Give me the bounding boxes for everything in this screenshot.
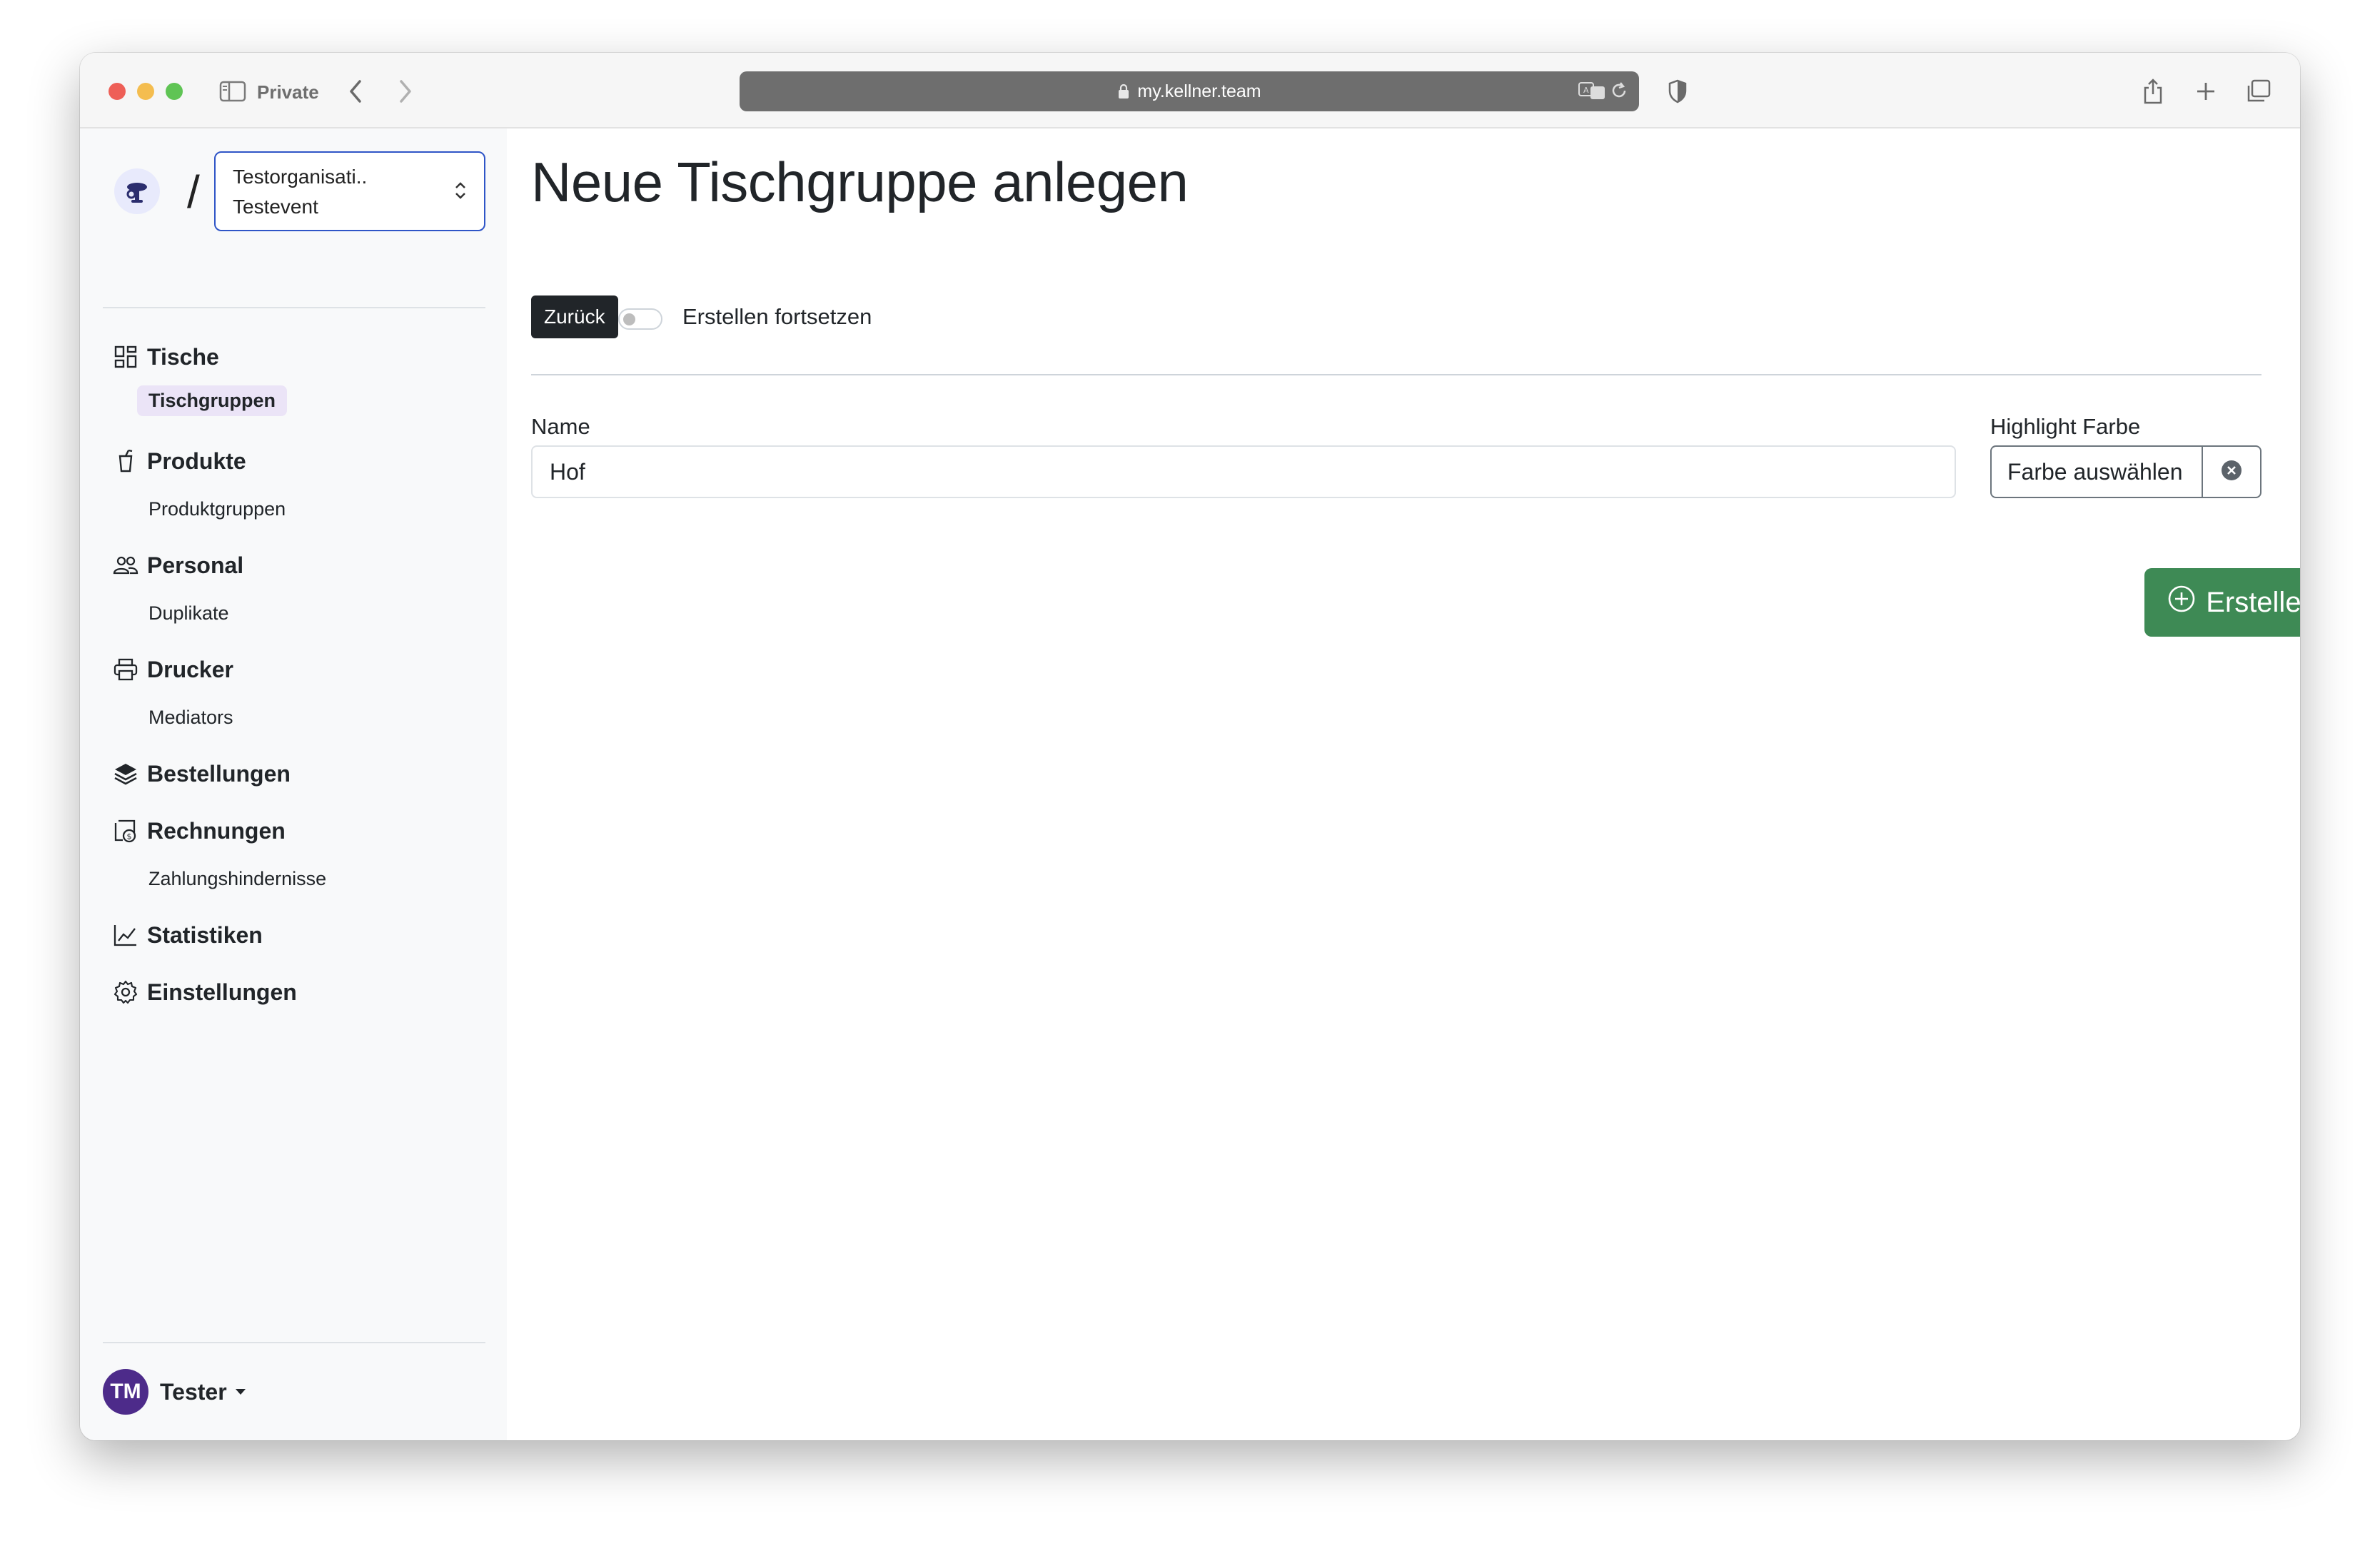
tab-overview-icon[interactable] <box>2244 76 2273 107</box>
sidebar-item-drucker[interactable]: Drucker <box>111 655 233 684</box>
name-input[interactable] <box>531 445 1956 498</box>
cup-icon <box>111 447 140 475</box>
share-icon[interactable] <box>2139 76 2167 107</box>
sidebar-toggle-icon[interactable] <box>218 76 247 107</box>
privacy-shield-icon[interactable] <box>1663 76 1692 107</box>
url-text: my.kellner.team <box>1137 81 1261 101</box>
sidebar-item-statistiken[interactable]: Statistiken <box>111 921 263 949</box>
app-sidebar: / Testorganisati.. Testevent Tische Tisc… <box>80 128 507 1440</box>
sidebar-item-label: Drucker <box>147 656 233 682</box>
sidebar-item-duplikate[interactable]: Duplikate <box>148 602 229 625</box>
highlight-color-label: Highlight Farbe <box>1990 414 2141 439</box>
new-tab-icon[interactable] <box>2192 76 2220 107</box>
svg-text:A: A <box>1583 86 1589 95</box>
sidebar-item-rechnungen[interactable]: $ Rechnungen <box>111 817 286 845</box>
grid-icon <box>111 343 140 371</box>
invoice-icon: $ <box>111 817 140 845</box>
back-arrow-icon[interactable] <box>341 76 370 107</box>
close-window-button[interactable] <box>109 83 126 100</box>
private-label: Private <box>257 81 319 103</box>
chevron-up-down-icon <box>453 180 468 205</box>
create-button[interactable]: Erstellen <box>2144 568 2300 637</box>
user-avatar[interactable]: TM <box>103 1369 148 1415</box>
minimize-window-button[interactable] <box>137 83 154 100</box>
browser-toolbar: Private my.kellner.team A <box>80 53 2300 128</box>
continue-creating-toggle[interactable] <box>618 308 662 330</box>
lock-icon <box>1117 84 1130 99</box>
sidebar-item-produkte[interactable]: Produkte <box>111 447 246 475</box>
sidebar-item-label: Produkte <box>147 448 246 474</box>
sidebar-item-label: Einstellungen <box>147 979 297 1005</box>
breadcrumb-separator: / <box>187 166 200 218</box>
forward-arrow-icon[interactable] <box>391 76 420 107</box>
svg-text:$: $ <box>127 832 132 842</box>
line-chart-icon <box>111 921 140 949</box>
continue-creating-label: Erstellen fortsetzen <box>682 304 872 329</box>
sidebar-item-produktgruppen[interactable]: Produktgruppen <box>148 498 286 520</box>
sidebar-item-zahlungshindernisse[interactable]: Zahlungshindernisse <box>148 868 326 890</box>
printer-icon <box>111 655 140 684</box>
address-bar[interactable]: my.kellner.team A <box>740 71 1639 111</box>
org-logo[interactable] <box>114 168 160 214</box>
create-button-label: Erstellen <box>2206 586 2300 618</box>
translate-icon[interactable]: A <box>1578 80 1606 106</box>
sidebar-item-label: Statistiken <box>147 921 263 948</box>
gear-icon <box>111 978 140 1006</box>
sidebar-divider <box>103 1342 485 1343</box>
sidebar-item-einstellungen[interactable]: Einstellungen <box>111 978 297 1006</box>
plus-circle-icon <box>2167 585 2196 620</box>
event-name: Testevent <box>233 196 318 218</box>
sidebar-divider <box>103 307 485 308</box>
back-button[interactable]: Zurück <box>531 295 618 338</box>
sidebar-item-personal[interactable]: Personal <box>111 551 243 580</box>
organization-name: Testorganisati.. <box>233 166 368 188</box>
organization-event-select[interactable]: Testorganisati.. Testevent <box>214 151 485 231</box>
choose-color-button[interactable]: Farbe auswählen <box>1992 447 2203 497</box>
sidebar-item-label: Tische <box>147 343 219 370</box>
sidebar-item-label: Bestellungen <box>147 760 291 787</box>
layers-icon <box>111 759 140 788</box>
sidebar-item-tischgruppen[interactable]: Tischgruppen <box>137 385 288 416</box>
sidebar-item-bestellungen[interactable]: Bestellungen <box>111 759 291 788</box>
reload-icon[interactable] <box>1609 80 1629 106</box>
sidebar-item-tische[interactable]: Tische <box>111 343 219 371</box>
zoom-window-button[interactable] <box>166 83 183 100</box>
sidebar-item-mediators[interactable]: Mediators <box>148 707 233 729</box>
people-icon <box>111 551 140 580</box>
sidebar-item-label: Rechnungen <box>147 817 286 844</box>
main-content: Neue Tischgruppe anlegen Zurück Erstelle… <box>507 128 2300 1440</box>
name-label: Name <box>531 414 590 439</box>
browser-window: Private my.kellner.team A / Testorganisa… <box>80 53 2300 1440</box>
close-circle-icon <box>2220 459 2243 485</box>
user-menu-toggle[interactable]: Tester <box>160 1379 227 1405</box>
clear-color-button[interactable] <box>2203 447 2260 497</box>
highlight-color-input-group: Farbe auswählen <box>1990 445 2261 498</box>
header-divider <box>531 374 2261 375</box>
caret-down-icon <box>236 1389 246 1395</box>
toggle-knob <box>623 313 635 325</box>
page-title: Neue Tischgruppe anlegen <box>531 151 1189 213</box>
sidebar-item-label: Personal <box>147 552 244 578</box>
